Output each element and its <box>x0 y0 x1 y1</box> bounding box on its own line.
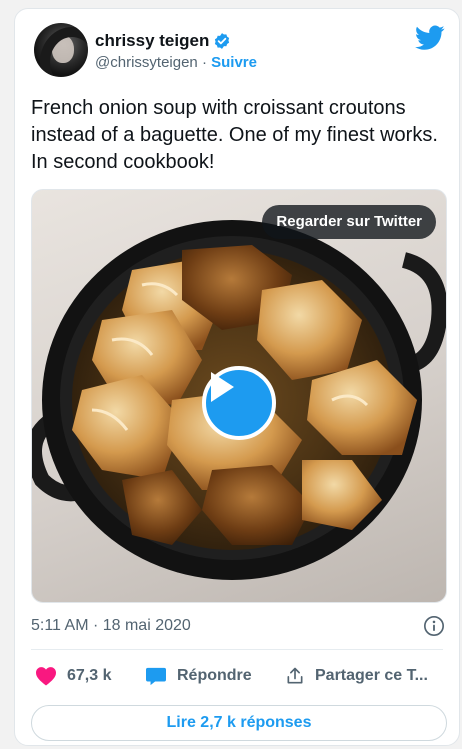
tweet-card: chrissy teigen @chrissyteigen · Suivre F… <box>14 8 460 746</box>
reply-bubble-icon <box>146 667 166 686</box>
author-handle[interactable]: @chrissyteigen <box>95 54 198 71</box>
like-count: 67,3 k <box>67 667 112 684</box>
avatar[interactable] <box>34 23 88 77</box>
read-replies-button[interactable]: Lire 2,7 k réponses <box>31 705 447 741</box>
handle-separator: · <box>197 54 212 71</box>
divider <box>31 649 443 650</box>
share-label: Partager ce T... <box>315 667 428 684</box>
info-icon[interactable] <box>423 615 445 637</box>
author-name[interactable]: chrissy teigen <box>95 31 209 51</box>
author-name-row: chrissy teigen <box>95 31 231 51</box>
twitter-bird-icon[interactable] <box>415 25 445 51</box>
author-handle-row: @chrissyteigen · Suivre <box>95 54 257 71</box>
share-button[interactable]: Partager ce T... <box>285 661 428 691</box>
watch-on-twitter-button[interactable]: Regarder sur Twitter <box>262 205 436 239</box>
tweet-actions: 67,3 k Répondre Partager ce T... <box>31 661 447 691</box>
follow-link[interactable]: Suivre <box>211 54 257 71</box>
tweet-text: French onion soup with croissant crouton… <box>31 97 438 173</box>
play-button[interactable] <box>202 366 276 440</box>
like-button[interactable]: 67,3 k <box>35 661 111 691</box>
share-icon <box>287 667 303 684</box>
tweet-video[interactable]: Regarder sur Twitter <box>31 189 447 603</box>
reply-label: Répondre <box>177 667 252 684</box>
reply-button[interactable]: Répondre <box>145 661 252 691</box>
heart-icon <box>36 667 56 686</box>
verified-badge-icon <box>215 33 230 49</box>
tweet-timestamp[interactable]: 5:11 AM · 18 mai 2020 <box>31 617 191 635</box>
play-icon <box>211 372 234 402</box>
